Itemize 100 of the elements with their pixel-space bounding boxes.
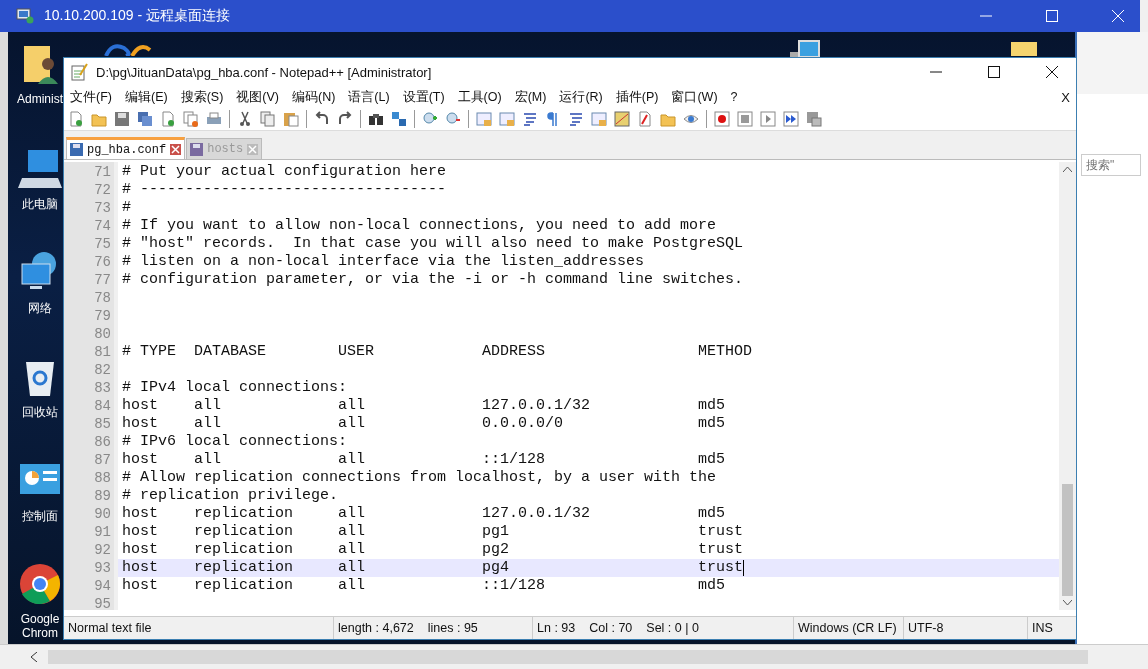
line-number: 86 <box>93 433 112 451</box>
code-line: # <box>122 199 131 217</box>
line-number: 71 <box>93 163 112 181</box>
code-line: host all all 0.0.0.0/0 md5 <box>122 415 726 433</box>
maximize-icon[interactable] <box>988 66 1000 78</box>
line-number: 76 <box>93 253 112 271</box>
scroll-left-icon[interactable] <box>30 652 38 662</box>
window-title: 10.10.200.109 - 远程桌面连接 <box>44 7 230 25</box>
line-number: 84 <box>93 397 112 415</box>
line-number: 79 <box>93 307 112 325</box>
find-icon[interactable] <box>368 111 384 127</box>
folder-icon[interactable] <box>660 111 676 127</box>
desktop-icon-label: Administ <box>17 92 63 106</box>
menu-item[interactable]: 设置(T) <box>402 88 445 106</box>
menu-item[interactable]: 工具(O) <box>457 88 502 106</box>
menu-item[interactable]: 运行(R) <box>559 88 603 106</box>
file-type: Normal text file <box>64 617 334 639</box>
scrollbar[interactable] <box>48 650 1088 664</box>
menu-item[interactable]: 编码(N) <box>292 88 336 106</box>
undo-icon[interactable] <box>314 111 330 127</box>
menu-item[interactable]: 文件(F) <box>70 88 112 106</box>
code-line: # ---------------------------------- <box>122 181 447 199</box>
desktop-icon-label: Google Chrom <box>19 612 61 640</box>
line-number: 73 <box>93 199 112 217</box>
code-line: # Allow replication connections from localhost, by a user with the <box>122 469 717 487</box>
chrome-icon[interactable] <box>18 562 62 606</box>
menu-item[interactable]: 语言(L) <box>348 88 390 106</box>
code-line: # If you want to allow non-local connections, you need to add more <box>122 217 717 235</box>
replace-icon[interactable] <box>391 111 407 127</box>
save-icon[interactable] <box>114 111 130 127</box>
line-count: lines : 95 <box>427 621 478 635</box>
line-number: 87 <box>93 451 112 469</box>
folder-icon <box>1011 42 1037 56</box>
scroll-down-icon[interactable] <box>1063 600 1072 606</box>
word-wrap-icon[interactable] <box>522 111 538 127</box>
redo-icon[interactable] <box>337 111 353 127</box>
cut-icon[interactable] <box>237 111 253 127</box>
menu-item[interactable]: 窗口(W) <box>671 88 718 106</box>
record-icon[interactable] <box>714 111 730 127</box>
code-line: host replication all ::1/128 md5 <box>122 577 726 595</box>
line-number: 77 <box>93 271 112 289</box>
line-number: 81 <box>93 343 112 361</box>
zoom-out-icon[interactable] <box>445 111 461 127</box>
stop-icon[interactable] <box>737 111 753 127</box>
code-line: # configuration parameter, or via the -i or -h command line switches. <box>122 271 744 289</box>
code-line: host all all 127.0.0.1/32 md5 <box>122 397 726 415</box>
print-icon[interactable] <box>206 111 222 127</box>
save-macro-icon[interactable] <box>806 111 822 127</box>
close-all-icon[interactable] <box>183 111 199 127</box>
insert-mode: INS <box>1031 620 1054 637</box>
line-number: 72 <box>93 181 112 199</box>
line-number: 80 <box>93 325 112 343</box>
line-number: 83 <box>93 379 112 397</box>
desktop-icon-label: 此电脑 <box>22 196 58 213</box>
code-line: # replication privilege. <box>122 487 339 505</box>
cursor-column: Col : 70 <box>589 621 633 635</box>
indent-guide-icon[interactable] <box>568 111 584 127</box>
menu-item[interactable]: 编辑(E) <box>124 88 168 106</box>
code-line: host replication all pg2 trust <box>122 541 744 559</box>
paste-icon[interactable] <box>283 111 299 127</box>
code-line: # Put your actual configuration here <box>122 163 447 181</box>
selection-info: Sel : 0 | 0 <box>646 621 699 635</box>
save-all-icon[interactable] <box>137 111 153 127</box>
play-multiple-icon[interactable] <box>783 111 799 127</box>
copy-icon[interactable] <box>260 111 276 127</box>
remote-desktop-icon <box>16 8 34 24</box>
code-line: # listen on a non-local interface via the listen_addresses <box>122 253 645 271</box>
close-tab-icon[interactable] <box>170 144 182 155</box>
line-ending: Windows (CR LF) <box>794 617 904 639</box>
close-file-icon[interactable] <box>160 111 176 127</box>
menu-item[interactable]: 宏(M) <box>514 88 547 106</box>
line-number: 93 <box>93 559 112 577</box>
cursor-line: Ln : 93 <box>537 621 576 635</box>
line-number: 89 <box>93 487 112 505</box>
search-field[interactable]: 搜索" <box>1081 154 1141 176</box>
line-number: 92 <box>93 541 112 559</box>
map-icon[interactable] <box>614 111 630 127</box>
close-icon[interactable] <box>1046 66 1058 78</box>
line-number: 75 <box>93 235 112 253</box>
new-file-icon[interactable] <box>68 111 84 127</box>
scrollbar[interactable] <box>1059 162 1076 610</box>
scrollbar-thumb[interactable] <box>1062 484 1073 596</box>
menu-item[interactable]: 视图(V) <box>236 88 279 106</box>
open-folder-icon[interactable] <box>91 111 107 127</box>
window-title: D:\pg\JituanData\pg_hba.conf - Notepad++ [Administrator] <box>96 64 432 80</box>
desktop-icon-label: 网络 <box>28 300 52 317</box>
line-number: 78 <box>93 289 112 307</box>
encoding: UTF-8 <box>904 617 1028 639</box>
menu-item[interactable]: 搜索(S) <box>180 88 224 106</box>
menu-item[interactable]: 插件(P) <box>615 88 659 106</box>
zoom-in-icon[interactable] <box>422 111 438 127</box>
close-document-button[interactable]: X <box>1061 89 1070 105</box>
document-icon[interactable] <box>637 111 653 127</box>
file-length: length : 4,672 <box>338 621 414 635</box>
scroll-up-icon[interactable] <box>1063 166 1072 172</box>
play-icon[interactable] <box>760 111 776 127</box>
file-tab[interactable]: pg_hba.conf <box>66 137 186 159</box>
code-line: host replication all pg1 trust <box>122 523 744 541</box>
menu-item[interactable]: ? <box>730 90 738 104</box>
code-line: # IPv4 local connections: <box>122 379 348 397</box>
